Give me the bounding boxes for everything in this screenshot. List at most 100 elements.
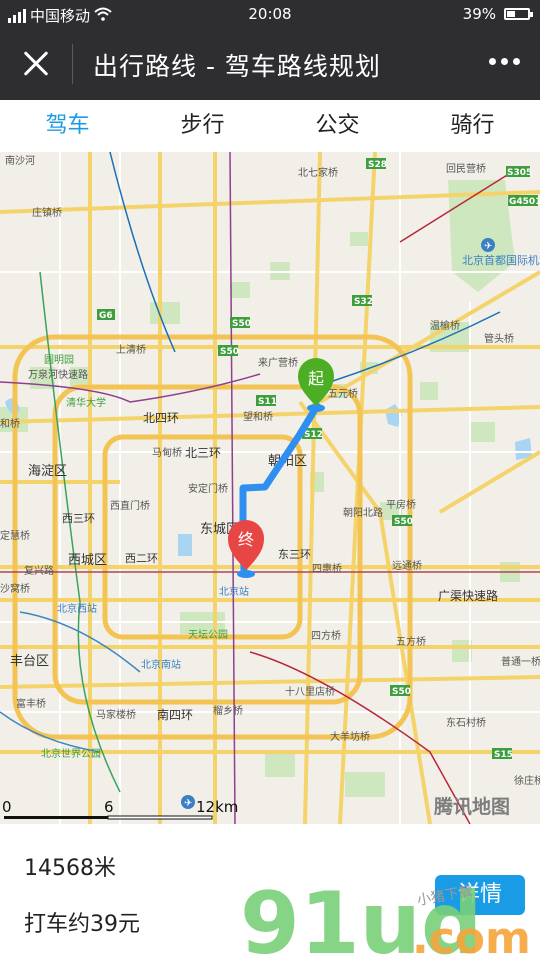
map-label: 南四环	[157, 707, 193, 722]
map-label: 北京世界公园	[41, 747, 101, 760]
map-label: 富丰桥	[16, 697, 46, 710]
navigation-bar: 出行路线 - 驾车路线规划	[0, 28, 540, 100]
map-label: 清华大学	[66, 396, 106, 409]
tab-cycling[interactable]: 骑行	[405, 100, 540, 152]
route-distance: 14568米	[24, 856, 116, 881]
map-label: 四惠桥	[312, 562, 342, 575]
map-label: 西三环	[62, 512, 95, 525]
travel-mode-tabs: 驾车 步行 公交 骑行	[0, 100, 540, 152]
svg-text:S50: S50	[232, 319, 251, 329]
svg-text:S50: S50	[394, 517, 413, 527]
highway-shield: G6	[97, 309, 115, 321]
map-label: 海淀区	[28, 464, 67, 479]
airport-icon: ✈	[481, 238, 495, 252]
status-time: 20:08	[248, 5, 292, 23]
tab-walking[interactable]: 步行	[135, 100, 270, 152]
map-label: 西城区	[68, 553, 107, 568]
highway-shield: S50	[392, 515, 413, 527]
svg-text:G4501: G4501	[509, 197, 540, 207]
map-label: 北四环	[143, 411, 179, 425]
map-label: 朝阳北路	[343, 506, 383, 519]
highway-shield: S28	[366, 158, 387, 170]
svg-text:6: 6	[104, 798, 114, 816]
map-label: 来广营桥	[258, 356, 298, 369]
highway-shield: S50	[218, 345, 239, 357]
highway-shield: G4501	[508, 195, 540, 207]
highway-shield: S305	[506, 166, 532, 178]
map-label: 榴乡桥	[213, 704, 243, 717]
svg-text:S15: S15	[494, 750, 513, 760]
tab-driving[interactable]: 驾车	[0, 100, 135, 152]
highway-shield: S32	[352, 295, 373, 307]
svg-text:12km: 12km	[196, 798, 238, 816]
watermark-logo: 91ud .com 小猪下载	[240, 874, 531, 960]
map-label: 温榆桥	[430, 319, 460, 332]
map-label: 十八里店桥	[285, 685, 335, 698]
map-label: 远通桥	[392, 560, 422, 572]
svg-text:.com: .com	[412, 913, 531, 960]
highway-shield: S50	[390, 685, 411, 697]
more-options-icon[interactable]	[489, 58, 520, 65]
map-label: 徐庄桥	[514, 774, 540, 787]
map-label: 大羊坊桥	[330, 730, 370, 743]
close-icon[interactable]	[18, 46, 54, 82]
highway-shield: S15	[492, 748, 513, 760]
svg-text:S305: S305	[507, 168, 532, 178]
svg-text:✈: ✈	[484, 241, 492, 252]
map-label: 和桥	[0, 418, 20, 430]
svg-text:S28: S28	[368, 160, 387, 170]
map-label: 北七家桥	[298, 166, 338, 179]
status-right: 39%	[462, 5, 533, 23]
map-label: 北三环	[185, 446, 221, 460]
battery-icon	[504, 8, 533, 20]
map-label: 东石村桥	[446, 716, 486, 729]
svg-text:0: 0	[2, 798, 12, 816]
tab-transit[interactable]: 公交	[270, 100, 405, 152]
map-label: 北京首都国际机场	[462, 253, 540, 267]
map-label: 东三环	[278, 548, 311, 561]
map-label: 五元桥	[328, 388, 358, 400]
highway-shield: S11	[256, 395, 277, 407]
map-label: 望和桥	[243, 410, 273, 423]
map-label: 回民营桥	[446, 162, 486, 175]
map-label: 沙窝桥	[0, 582, 30, 595]
airport-icon: ✈	[181, 795, 195, 809]
battery-percent: 39%	[462, 5, 496, 23]
map-label: 上清桥	[116, 343, 146, 356]
map-label: 南沙河	[5, 154, 35, 167]
map-label: 庄镇桥	[32, 206, 62, 219]
map-label: 普通一桥	[501, 655, 540, 668]
map-label: 万泉河快速路	[28, 368, 88, 381]
map-label: 天坛公园	[188, 629, 228, 641]
map-label: 北京南站	[141, 658, 181, 671]
map-label: 丰台区	[10, 654, 49, 669]
map-label: 马家楼桥	[96, 708, 136, 721]
map-label: 定慧桥	[0, 529, 30, 542]
map-label: 马甸桥	[152, 446, 182, 459]
svg-text:S50: S50	[392, 687, 411, 697]
map-label: 北京站	[219, 585, 249, 598]
status-bar: 中国移动 20:08 39%	[0, 0, 540, 28]
map-label: 五方桥	[396, 635, 426, 648]
map-label: 平房桥	[386, 498, 416, 511]
map-label: 广渠快速路	[438, 588, 498, 603]
taxi-fare-estimate: 打车约39元	[24, 912, 140, 937]
map-label: 管头桥	[484, 332, 514, 345]
map-label: 西二环	[125, 552, 158, 565]
map-label: 四方桥	[311, 629, 341, 642]
map-label: 北京西站	[57, 602, 97, 615]
svg-text:S32: S32	[354, 297, 373, 307]
map-label: 圆明园	[44, 354, 74, 366]
map-label: 复兴路	[24, 564, 54, 577]
svg-text:S12: S12	[304, 430, 323, 440]
route-map[interactable]: S28 S305 G4501 S32 G6 S50 S11 S12 S50 S5…	[0, 152, 540, 824]
map-label: 西直门桥	[110, 499, 150, 512]
start-marker-label: 起	[308, 369, 324, 388]
svg-text:S11: S11	[258, 397, 277, 407]
page-title: 出行路线 - 驾车路线规划	[93, 52, 381, 81]
svg-text:✈: ✈	[184, 798, 192, 809]
map-brand-logo: 腾讯地图	[433, 795, 510, 818]
highway-shield: S50	[230, 317, 251, 329]
map-label: 安定门桥	[188, 482, 228, 495]
svg-text:S50: S50	[220, 347, 239, 357]
